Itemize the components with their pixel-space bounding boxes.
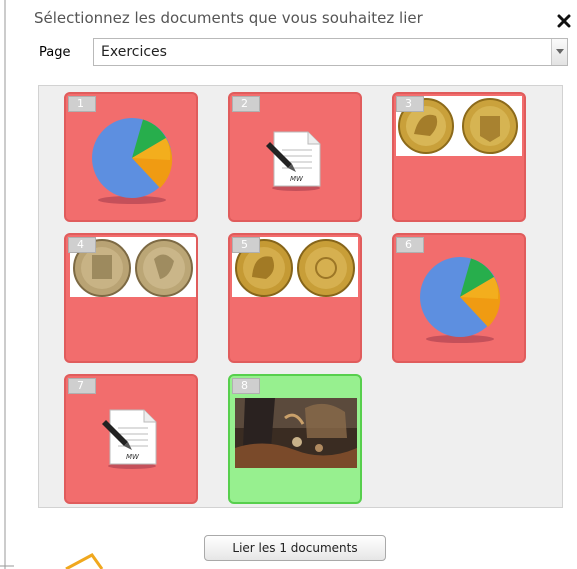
text-document-icon: MW [266,131,321,191]
dialog-title: Sélectionnez les documents que vous souh… [34,9,423,27]
document-tile-4[interactable]: 4 [64,233,198,363]
arrow-annotation [65,553,104,569]
chevron-down-icon [556,49,564,54]
documents-grid: 1 2 MW 3 4 5 6 7 MW 8 [38,85,563,508]
tile-number: 8 [232,378,260,394]
page-select[interactable]: Exercices [93,38,568,66]
close-icon[interactable] [557,14,571,28]
svg-text:MW: MW [290,175,304,183]
tile-number: 7 [68,378,96,394]
page-select-value: Exercices [101,44,167,60]
page-label: Page [39,45,71,60]
tile-number: 4 [68,237,96,253]
document-tile-6[interactable]: 6 [392,233,526,363]
document-tile-1[interactable]: 1 [64,92,198,222]
select-arrow[interactable] [551,39,567,65]
document-tile-5[interactable]: 5 [228,233,362,363]
tile-number: 6 [396,237,424,253]
tile-number: 2 [232,96,260,112]
left-edge-frame [0,0,14,569]
pie-chart-icon [92,118,173,204]
tile-number: 1 [68,96,96,112]
link-documents-button[interactable]: Lier les 1 documents [204,535,386,561]
document-tile-3[interactable]: 3 [392,92,526,222]
document-tile-8[interactable]: 8 [228,374,362,504]
pie-chart-icon [420,257,501,343]
document-tile-7[interactable]: 7 MW [64,374,198,504]
painting-image [235,398,357,468]
text-document-icon: MW [102,409,157,469]
svg-text:MW: MW [126,453,140,461]
tile-number: 5 [232,237,260,253]
tile-number: 3 [396,96,424,112]
document-tile-2[interactable]: 2 MW [228,92,362,222]
